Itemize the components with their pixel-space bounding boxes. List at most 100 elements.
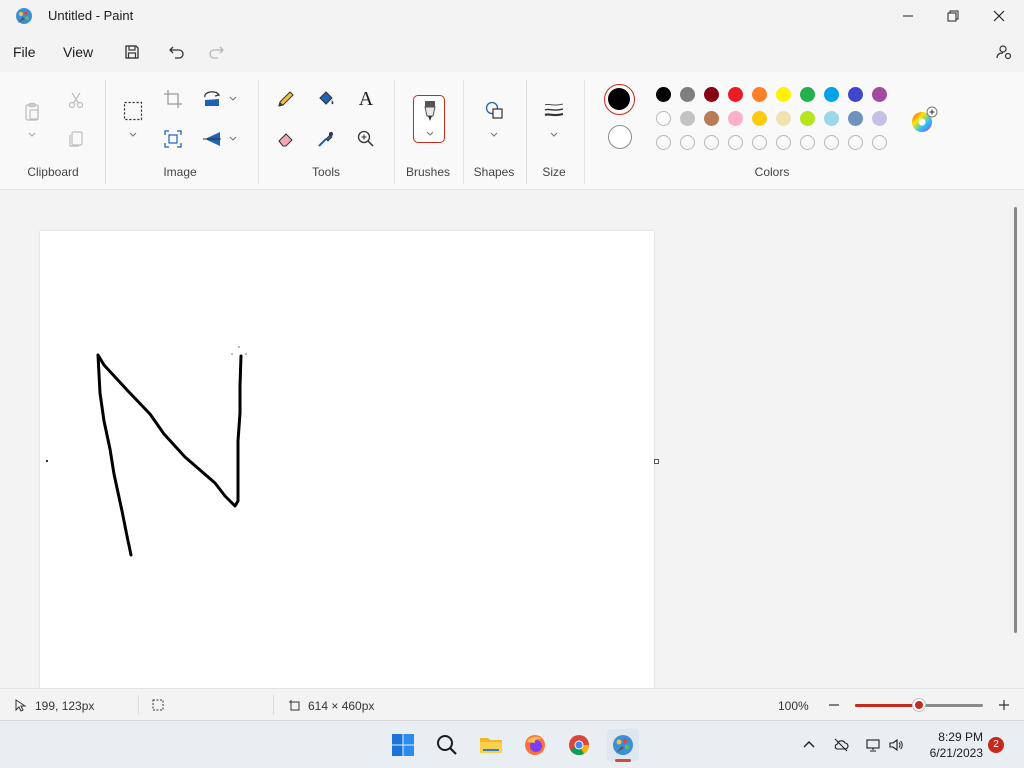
paste-button[interactable] — [18, 96, 46, 128]
zoom-in-icon[interactable] — [998, 699, 1010, 711]
color-swatch[interactable] — [872, 111, 887, 126]
custom-color-slot[interactable] — [872, 135, 887, 150]
taskbar-chrome[interactable] — [563, 729, 595, 761]
size-chevron-down-icon[interactable] — [549, 130, 559, 140]
taskbar-file-explorer[interactable] — [475, 729, 507, 761]
menu-file[interactable]: File — [13, 44, 36, 60]
notification-badge[interactable]: 2 — [988, 737, 1004, 753]
cut-button[interactable] — [62, 86, 90, 114]
canvas-resize-handle[interactable] — [654, 459, 659, 464]
group-label-colors: Colors — [754, 165, 790, 179]
select-chevron-down-icon[interactable] — [128, 130, 138, 140]
pencil-tool[interactable] — [272, 85, 300, 113]
zoom-slider[interactable] — [855, 699, 983, 711]
color-swatch[interactable] — [872, 87, 887, 102]
taskbar: 8:29 PM 6/21/2023 2 — [0, 720, 1024, 768]
brushes-button[interactable] — [413, 95, 445, 143]
shapes-chevron-down-icon[interactable] — [489, 130, 499, 140]
size-button[interactable] — [540, 96, 568, 124]
custom-color-slot[interactable] — [656, 135, 671, 150]
color-swatch[interactable] — [704, 87, 719, 102]
select-button[interactable] — [118, 96, 148, 126]
color-swatch[interactable] — [800, 87, 815, 102]
magnifier-tool[interactable] — [352, 125, 380, 153]
canvas-size: 614 × 460px — [308, 699, 375, 713]
clock-date: 6/21/2023 — [929, 746, 983, 760]
custom-color-slot[interactable] — [848, 135, 863, 150]
rotate-chevron-down-icon[interactable] — [228, 94, 238, 104]
eraser-tool[interactable] — [272, 125, 300, 153]
crop-button[interactable] — [159, 85, 187, 113]
undo-button[interactable] — [163, 40, 191, 64]
account-button[interactable] — [990, 40, 1018, 64]
color-swatch[interactable] — [776, 87, 791, 102]
color-swatch[interactable] — [680, 111, 695, 126]
account-settings-icon — [996, 45, 1012, 60]
network-tray-icon[interactable] — [863, 735, 883, 755]
minimize-button[interactable] — [885, 0, 931, 32]
color-swatch[interactable] — [776, 111, 791, 126]
menu-bar: File View — [0, 32, 1024, 72]
color-swatch[interactable] — [752, 111, 767, 126]
primary-color-selector[interactable] — [604, 84, 635, 115]
custom-color-slot[interactable] — [728, 135, 743, 150]
undo-icon — [169, 46, 184, 59]
secondary-color-selector[interactable] — [608, 125, 632, 149]
color-swatch[interactable] — [656, 87, 671, 102]
rotate-button[interactable] — [198, 85, 226, 113]
color-picker-tool[interactable] — [312, 125, 340, 153]
start-button[interactable] — [387, 729, 419, 761]
flip-button[interactable] — [198, 125, 226, 153]
custom-color-slot[interactable] — [824, 135, 839, 150]
color-swatch[interactable] — [752, 87, 767, 102]
color-swatch[interactable] — [824, 87, 839, 102]
close-icon — [993, 10, 1005, 22]
color-swatch[interactable] — [728, 111, 743, 126]
taskbar-firefox[interactable] — [519, 729, 551, 761]
vertical-scrollbar[interactable] — [1014, 207, 1017, 633]
resize-button[interactable] — [159, 125, 187, 153]
speaker-icon — [889, 738, 903, 752]
drawing-canvas[interactable] — [40, 231, 654, 688]
custom-color-slot[interactable] — [776, 135, 791, 150]
zoom-out-icon[interactable] — [828, 699, 840, 711]
copy-button[interactable] — [62, 125, 90, 153]
paste-chevron-down-icon[interactable] — [27, 130, 37, 140]
show-hidden-icons-button[interactable] — [799, 735, 819, 755]
onedrive-tray-icon[interactable] — [831, 735, 851, 755]
color-swatch[interactable] — [680, 87, 695, 102]
close-button[interactable] — [976, 0, 1022, 32]
zoom-percentage[interactable]: 100% — [778, 699, 809, 713]
volume-tray-icon[interactable] — [886, 735, 906, 755]
maximize-button[interactable] — [930, 0, 976, 32]
text-tool[interactable]: A — [352, 85, 380, 113]
color-swatch[interactable] — [656, 111, 671, 126]
zoom-slider-thumb[interactable] — [913, 699, 925, 711]
taskbar-clock[interactable]: 8:29 PM 6/21/2023 — [905, 729, 983, 761]
cloud-offline-icon — [834, 738, 849, 752]
status-separator — [138, 695, 139, 715]
color-swatch[interactable] — [824, 111, 839, 126]
color-swatch[interactable] — [728, 87, 743, 102]
minimize-icon — [903, 15, 913, 17]
custom-color-slot[interactable] — [800, 135, 815, 150]
save-button[interactable] — [118, 40, 146, 64]
custom-color-slot[interactable] — [752, 135, 767, 150]
menu-view[interactable]: View — [63, 44, 93, 60]
shapes-button[interactable] — [480, 96, 508, 124]
fill-tool[interactable] — [312, 85, 340, 113]
group-label-image: Image — [163, 165, 197, 179]
status-bar: 199, 123px 614 × 460px 100% — [0, 688, 1024, 720]
flip-chevron-down-icon[interactable] — [228, 134, 238, 144]
edit-colors-icon[interactable] — [910, 106, 938, 134]
custom-color-slot[interactable] — [704, 135, 719, 150]
ribbon-separator — [258, 80, 259, 184]
custom-color-slot[interactable] — [680, 135, 695, 150]
color-swatch[interactable] — [704, 111, 719, 126]
taskbar-paint[interactable] — [607, 729, 639, 761]
color-swatch[interactable] — [848, 87, 863, 102]
taskbar-search-button[interactable] — [431, 729, 463, 761]
color-swatch[interactable] — [848, 111, 863, 126]
redo-button[interactable] — [202, 40, 230, 64]
color-swatch[interactable] — [800, 111, 815, 126]
